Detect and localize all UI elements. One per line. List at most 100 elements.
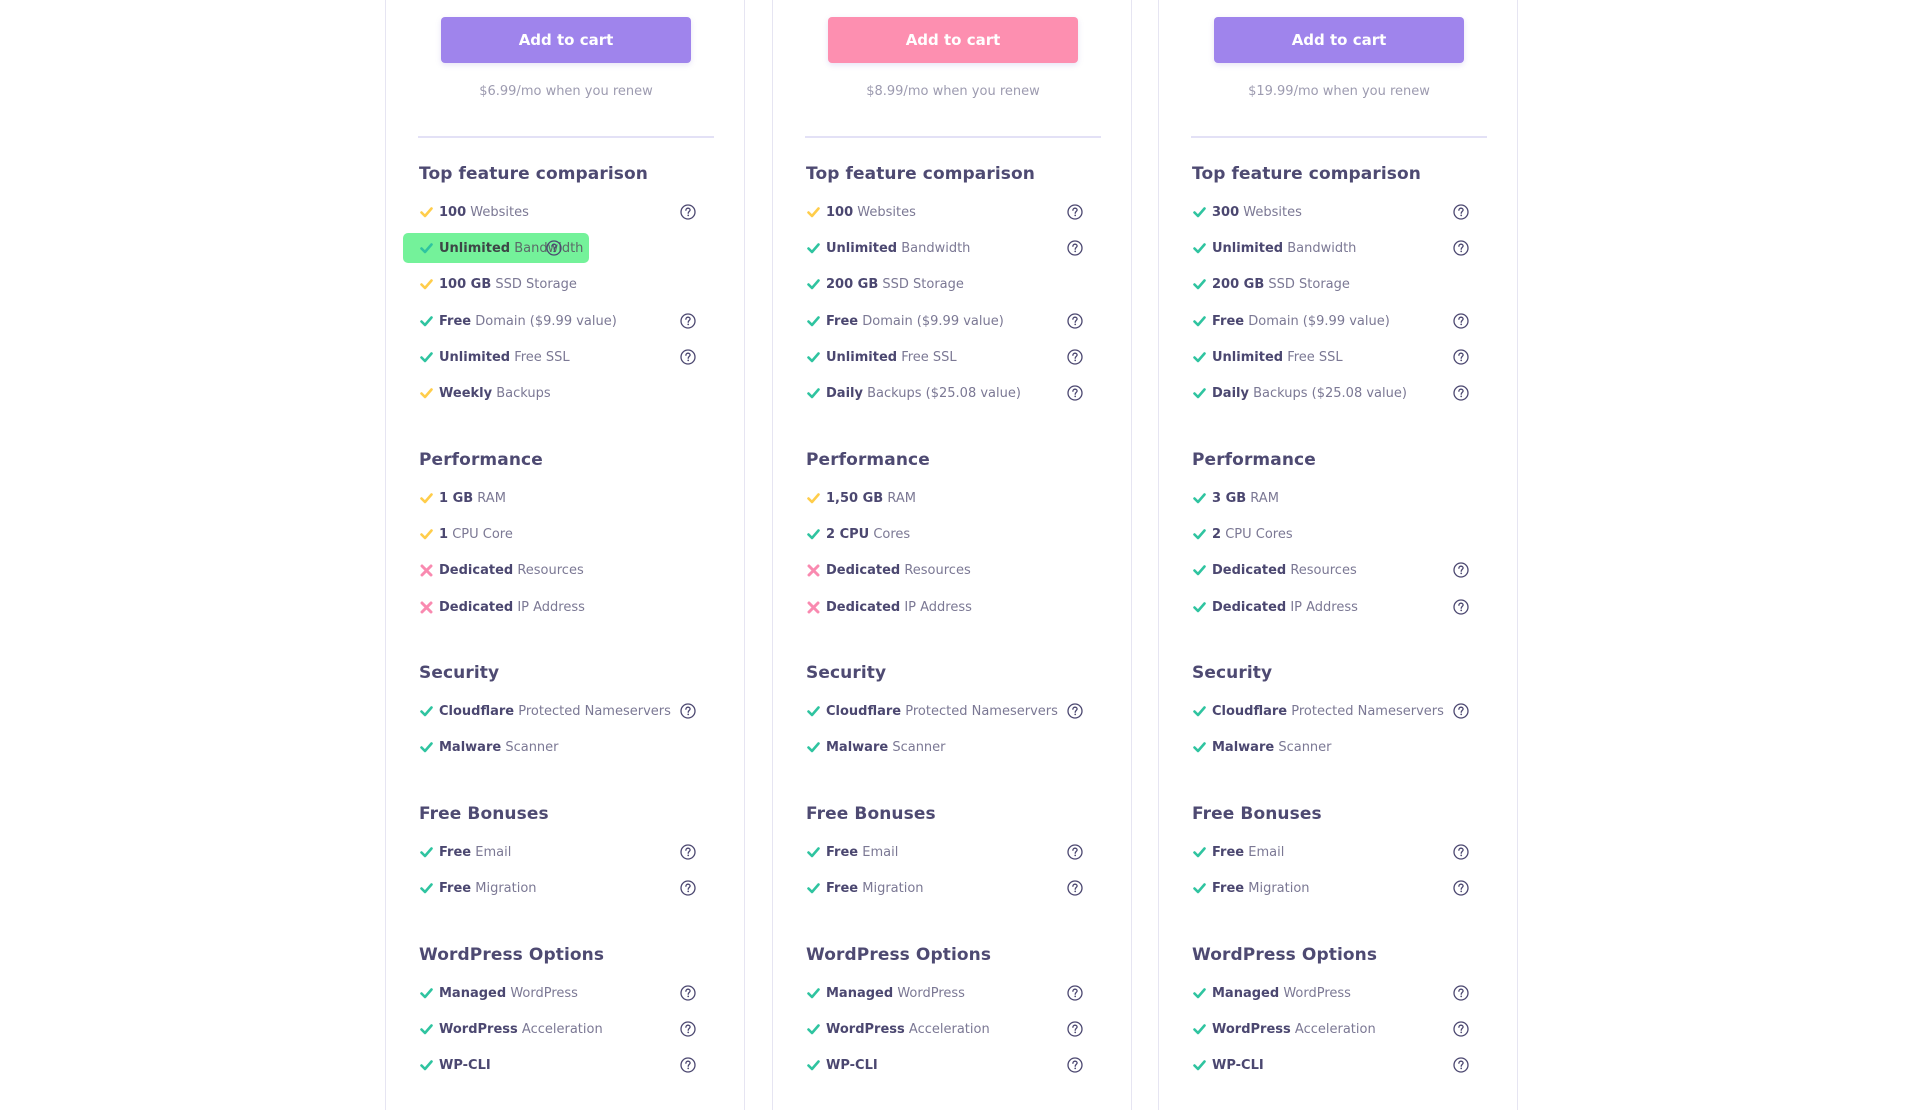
feature-label-bold: Free (439, 880, 472, 896)
feature-label-bold: 1 (439, 526, 449, 542)
help-icon[interactable] (1453, 385, 1469, 401)
feature-label-bold: Managed (826, 985, 894, 1001)
feature-label: WP-CLI (826, 1058, 878, 1073)
help-icon[interactable] (1453, 1057, 1469, 1073)
feature-item: Free Domain ($9.99 value) (790, 306, 1110, 336)
check-icon (418, 844, 434, 860)
feature-label-bold: Free (1212, 313, 1245, 329)
help-icon[interactable] (1067, 349, 1083, 365)
help-icon[interactable] (1453, 703, 1469, 719)
help-icon[interactable] (1453, 204, 1469, 220)
feature-label-bold: 2 (1212, 526, 1222, 542)
feature-item: Managed WordPress (403, 978, 723, 1008)
check-icon (805, 490, 821, 506)
check-icon (418, 385, 434, 401)
feature-item: Unlimited Bandwidth (1176, 233, 1496, 263)
cross-icon (418, 562, 434, 578)
help-icon[interactable] (680, 703, 696, 719)
help-icon[interactable] (680, 985, 696, 1001)
check-icon (1191, 276, 1207, 292)
feature-label-text: SSD Storage (882, 276, 964, 292)
help-icon[interactable] (1067, 703, 1083, 719)
help-icon[interactable] (1067, 880, 1083, 896)
check-icon (1191, 204, 1207, 220)
help-icon[interactable] (1067, 1021, 1083, 1037)
help-icon[interactable] (1453, 599, 1469, 615)
help-icon[interactable] (1453, 562, 1469, 578)
feature-label-bold: Unlimited (826, 349, 898, 365)
help-icon[interactable] (1067, 1057, 1083, 1073)
help-icon[interactable] (680, 844, 696, 860)
help-icon[interactable] (680, 880, 696, 896)
feature-label-text: Bandwidth (1287, 240, 1357, 256)
feature-label-bold: Dedicated (439, 599, 514, 615)
help-icon[interactable] (1453, 349, 1469, 365)
help-icon[interactable] (1067, 844, 1083, 860)
feature-label-bold: Managed (439, 985, 507, 1001)
feature-label-bold: Cloudflare (1212, 703, 1288, 719)
feature-item: 200 GB SSD Storage (1176, 269, 1496, 299)
feature-label-text: WordPress (510, 985, 578, 1001)
feature-item: 1 GB RAM (403, 483, 723, 513)
check-icon (1191, 880, 1207, 896)
feature-item: Free Migration (1176, 873, 1496, 903)
section-title: Security (1192, 663, 1273, 683)
help-icon[interactable] (1453, 880, 1469, 896)
feature-label-bold: Malware (439, 739, 502, 755)
help-icon[interactable] (1453, 313, 1469, 329)
check-icon (418, 313, 434, 329)
feature-label-bold: Free (1212, 880, 1245, 896)
help-icon[interactable] (1067, 240, 1083, 256)
feature-label: Cloudflare Protected Nameservers (826, 704, 1058, 719)
feature-item: Unlimited Free SSL (790, 342, 1110, 372)
feature-label-bold: Daily (826, 385, 863, 401)
feature-label: Dedicated IP Address (1212, 600, 1358, 615)
check-icon (1191, 985, 1207, 1001)
help-icon[interactable] (1453, 844, 1469, 860)
help-icon[interactable] (1067, 313, 1083, 329)
help-icon[interactable] (1453, 1021, 1469, 1037)
feature-label-text: Free SSL (514, 349, 570, 365)
help-icon[interactable] (680, 313, 696, 329)
feature-label: Daily Backups ($25.08 value) (1212, 386, 1407, 401)
feature-item: 1 CPU Core (403, 519, 723, 549)
renewal-price: $6.99/mo when you renew (479, 84, 653, 99)
feature-label: Unlimited Free SSL (826, 350, 957, 365)
feature-label: 100 GB SSD Storage (439, 277, 577, 292)
check-icon (805, 349, 821, 365)
feature-label-bold: Free (826, 844, 859, 860)
feature-label: WP-CLI (439, 1058, 491, 1073)
help-icon[interactable] (680, 349, 696, 365)
section-title: Performance (1192, 450, 1316, 470)
add-to-cart-button[interactable]: Add to cart (828, 17, 1078, 63)
feature-label-bold: Weekly (439, 385, 493, 401)
section-title: Free Bonuses (1192, 804, 1322, 824)
section-title: WordPress Options (1192, 945, 1378, 965)
feature-item: Free Migration (790, 873, 1110, 903)
check-icon (418, 703, 434, 719)
help-icon[interactable] (546, 240, 562, 256)
help-icon[interactable] (1067, 985, 1083, 1001)
divider (418, 136, 714, 138)
help-icon[interactable] (680, 1057, 696, 1073)
feature-label: Malware Scanner (439, 740, 559, 755)
help-icon[interactable] (1453, 240, 1469, 256)
help-icon[interactable] (680, 204, 696, 220)
feature-item: Unlimited Bandwidth (790, 233, 1110, 263)
feature-label-bold: Unlimited (439, 240, 511, 256)
feature-item: Free Email (1176, 837, 1496, 867)
feature-item: 100 Websites (403, 197, 723, 227)
help-icon[interactable] (1453, 985, 1469, 1001)
feature-label-bold: Dedicated (826, 599, 901, 615)
feature-label-bold: Dedicated (1212, 599, 1287, 615)
feature-label-bold: Managed (1212, 985, 1280, 1001)
add-to-cart-button[interactable]: Add to cart (441, 17, 691, 63)
feature-label: Free Email (1212, 845, 1284, 860)
feature-label-text: IP Address (517, 599, 585, 615)
help-icon[interactable] (1067, 204, 1083, 220)
help-icon[interactable] (680, 1021, 696, 1037)
help-icon[interactable] (1067, 385, 1083, 401)
check-icon (1191, 703, 1207, 719)
feature-label-bold: 1 GB (439, 490, 474, 506)
add-to-cart-button[interactable]: Add to cart (1214, 17, 1464, 63)
